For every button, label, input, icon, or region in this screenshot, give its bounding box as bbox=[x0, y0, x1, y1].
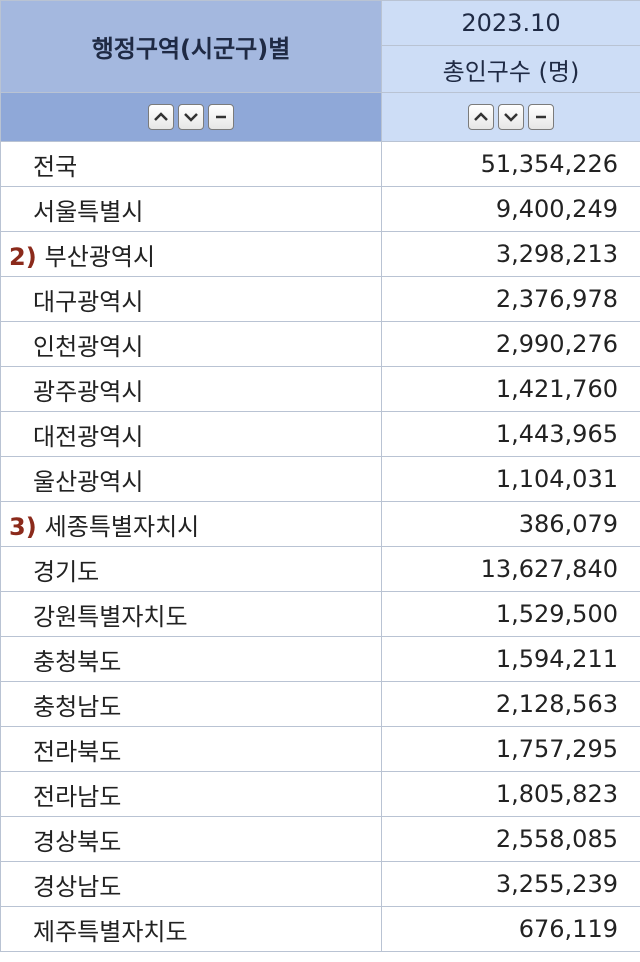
region-name: 충청남도 bbox=[33, 692, 122, 721]
table-row: 강원특별자치도 1,529,500 bbox=[0, 591, 640, 637]
population-value: 676,119 bbox=[381, 906, 640, 952]
chevron-down-icon bbox=[504, 113, 518, 122]
measure-sort-down-button[interactable] bbox=[498, 104, 524, 130]
region-name: 충청북도 bbox=[33, 647, 122, 676]
region-name: 전라북도 bbox=[33, 737, 122, 766]
population-value: 2,128,563 bbox=[381, 681, 640, 727]
region-sort-controls bbox=[0, 92, 382, 142]
footnote-marker[interactable]: 2) bbox=[9, 243, 37, 271]
minus-icon bbox=[216, 115, 226, 119]
measure-column-header: 총인구수 (명) bbox=[381, 45, 640, 93]
region-name: 광주광역시 bbox=[33, 377, 144, 406]
region-cell: 강원특별자치도 bbox=[0, 591, 382, 637]
region-sort-up-button[interactable] bbox=[148, 104, 174, 130]
region-cell: 울산광역시 bbox=[0, 456, 382, 502]
region-name: 인천광역시 bbox=[33, 332, 144, 361]
table-row: 인천광역시 2,990,276 bbox=[0, 321, 640, 367]
region-name: 부산광역시 bbox=[44, 242, 156, 271]
region-name: 전국 bbox=[33, 152, 78, 181]
chevron-up-icon bbox=[154, 112, 168, 121]
region-name: 대구광역시 bbox=[33, 287, 144, 316]
region-name: 서울특별시 bbox=[33, 197, 144, 226]
population-value: 1,805,823 bbox=[381, 771, 640, 817]
table-row: 경상남도 3,255,239 bbox=[0, 861, 640, 907]
table-row: 충청남도 2,128,563 bbox=[0, 681, 640, 727]
population-value: 1,594,211 bbox=[381, 636, 640, 682]
table-body: 전국 51,354,226 서울특별시 9,400,249 2) 부산광역시 3,298,2… bbox=[0, 141, 640, 952]
region-cell: 2) 부산광역시 bbox=[0, 231, 382, 277]
measure-remove-button[interactable] bbox=[528, 104, 554, 130]
table-row: 경상북도 2,558,085 bbox=[0, 816, 640, 862]
population-value: 51,354,226 bbox=[381, 141, 640, 187]
region-name: 전라남도 bbox=[33, 782, 122, 811]
table-row: 3) 세종특별자치시 386,079 bbox=[0, 501, 640, 547]
region-cell: 경상북도 bbox=[0, 816, 382, 862]
table-row: 전국 51,354,226 bbox=[0, 141, 640, 187]
population-table: 행정구역(시군구)별 2023.10 총인구수 (명) 전국 51,354,22… bbox=[0, 0, 640, 952]
region-remove-button[interactable] bbox=[208, 104, 234, 130]
region-cell: 대구광역시 bbox=[0, 276, 382, 322]
region-name: 울산광역시 bbox=[33, 467, 144, 496]
region-name: 대전광역시 bbox=[33, 422, 144, 451]
population-value: 2,376,978 bbox=[381, 276, 640, 322]
table-row: 충청북도 1,594,211 bbox=[0, 636, 640, 682]
minus-icon bbox=[536, 115, 546, 119]
period-column-header: 2023.10 bbox=[381, 0, 640, 46]
chevron-up-icon bbox=[474, 112, 488, 121]
population-value: 386,079 bbox=[381, 501, 640, 547]
table-row: 서울특별시 9,400,249 bbox=[0, 186, 640, 232]
table-row: 광주광역시 1,421,760 bbox=[0, 366, 640, 412]
region-cell: 경상남도 bbox=[0, 861, 382, 907]
table-row: 울산광역시 1,104,031 bbox=[0, 456, 640, 502]
footnote-marker[interactable]: 3) bbox=[9, 513, 37, 541]
region-column-header: 행정구역(시군구)별 bbox=[0, 0, 382, 93]
region-cell: 전라남도 bbox=[0, 771, 382, 817]
region-cell: 대전광역시 bbox=[0, 411, 382, 457]
table-row: 전라남도 1,805,823 bbox=[0, 771, 640, 817]
table-row: 2) 부산광역시 3,298,213 bbox=[0, 231, 640, 277]
region-sort-down-button[interactable] bbox=[178, 104, 204, 130]
region-cell: 제주특별자치도 bbox=[0, 906, 382, 952]
population-value: 3,298,213 bbox=[381, 231, 640, 277]
region-cell: 광주광역시 bbox=[0, 366, 382, 412]
region-name: 경상북도 bbox=[33, 827, 122, 856]
region-cell: 충청남도 bbox=[0, 681, 382, 727]
region-cell: 경기도 bbox=[0, 546, 382, 592]
table-row: 대구광역시 2,376,978 bbox=[0, 276, 640, 322]
table-row: 제주특별자치도 676,119 bbox=[0, 906, 640, 952]
measure-sort-up-button[interactable] bbox=[468, 104, 494, 130]
region-cell: 3) 세종특별자치시 bbox=[0, 501, 382, 547]
population-value: 13,627,840 bbox=[381, 546, 640, 592]
population-value: 9,400,249 bbox=[381, 186, 640, 232]
population-value: 1,757,295 bbox=[381, 726, 640, 772]
region-name: 제주특별자치도 bbox=[33, 917, 188, 946]
region-name: 경상남도 bbox=[33, 872, 122, 901]
population-value: 2,990,276 bbox=[381, 321, 640, 367]
measure-sort-controls bbox=[381, 92, 640, 142]
region-name: 세종특별자치시 bbox=[44, 512, 200, 541]
region-cell: 인천광역시 bbox=[0, 321, 382, 367]
region-name: 강원특별자치도 bbox=[33, 602, 188, 631]
table-row: 경기도 13,627,840 bbox=[0, 546, 640, 592]
population-value: 1,104,031 bbox=[381, 456, 640, 502]
region-cell: 충청북도 bbox=[0, 636, 382, 682]
region-name: 경기도 bbox=[33, 557, 100, 586]
population-value: 3,255,239 bbox=[381, 861, 640, 907]
region-cell: 전라북도 bbox=[0, 726, 382, 772]
population-value: 1,421,760 bbox=[381, 366, 640, 412]
population-value: 1,529,500 bbox=[381, 591, 640, 637]
population-value: 1,443,965 bbox=[381, 411, 640, 457]
region-cell: 전국 bbox=[0, 141, 382, 187]
population-value: 2,558,085 bbox=[381, 816, 640, 862]
chevron-down-icon bbox=[184, 113, 198, 122]
region-cell: 서울특별시 bbox=[0, 186, 382, 232]
table-row: 전라북도 1,757,295 bbox=[0, 726, 640, 772]
table-row: 대전광역시 1,443,965 bbox=[0, 411, 640, 457]
